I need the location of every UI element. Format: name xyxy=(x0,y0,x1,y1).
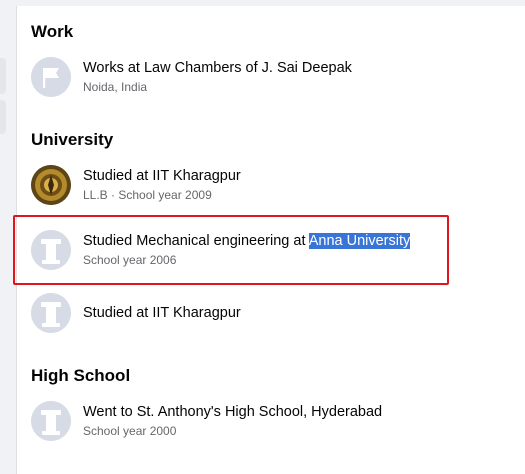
section-title-high-school: High School xyxy=(31,366,131,385)
highlight-box xyxy=(13,215,449,285)
university-entry-iit[interactable]: Studied at IIT Kharagpur xyxy=(31,293,511,339)
high-school-entry[interactable]: Went to St. Anthony's High School, Hyder… xyxy=(31,401,511,447)
university-line2: LL.B · School year 2009 xyxy=(83,188,212,202)
gutter-tab xyxy=(0,58,6,94)
section-title-work: Work xyxy=(31,22,74,41)
university-entry-iit-llb[interactable]: Studied at IIT Kharagpur LL.B · School y… xyxy=(31,165,511,211)
flag-icon xyxy=(31,57,71,97)
section-title-university: University xyxy=(31,130,114,149)
school-icon xyxy=(31,293,71,333)
university-line1[interactable]: Studied at IIT Kharagpur xyxy=(83,168,241,184)
work-line1[interactable]: Works at Law Chambers of J. Sai Deepak xyxy=(83,60,352,76)
about-card: Work Works at Law Chambers of J. Sai Dee… xyxy=(13,6,525,474)
high-school-line2: School year 2000 xyxy=(83,424,177,438)
work-line2: Noida, India xyxy=(83,80,148,94)
high-school-line1[interactable]: Went to St. Anthony's High School, Hyder… xyxy=(83,404,382,420)
school-icon xyxy=(31,401,71,441)
university-line1[interactable]: Studied at IIT Kharagpur xyxy=(83,305,241,321)
gutter-tab xyxy=(0,100,6,134)
work-entry[interactable]: Works at Law Chambers of J. Sai Deepak N… xyxy=(31,57,511,103)
iit-kharagpur-logo xyxy=(31,165,71,205)
